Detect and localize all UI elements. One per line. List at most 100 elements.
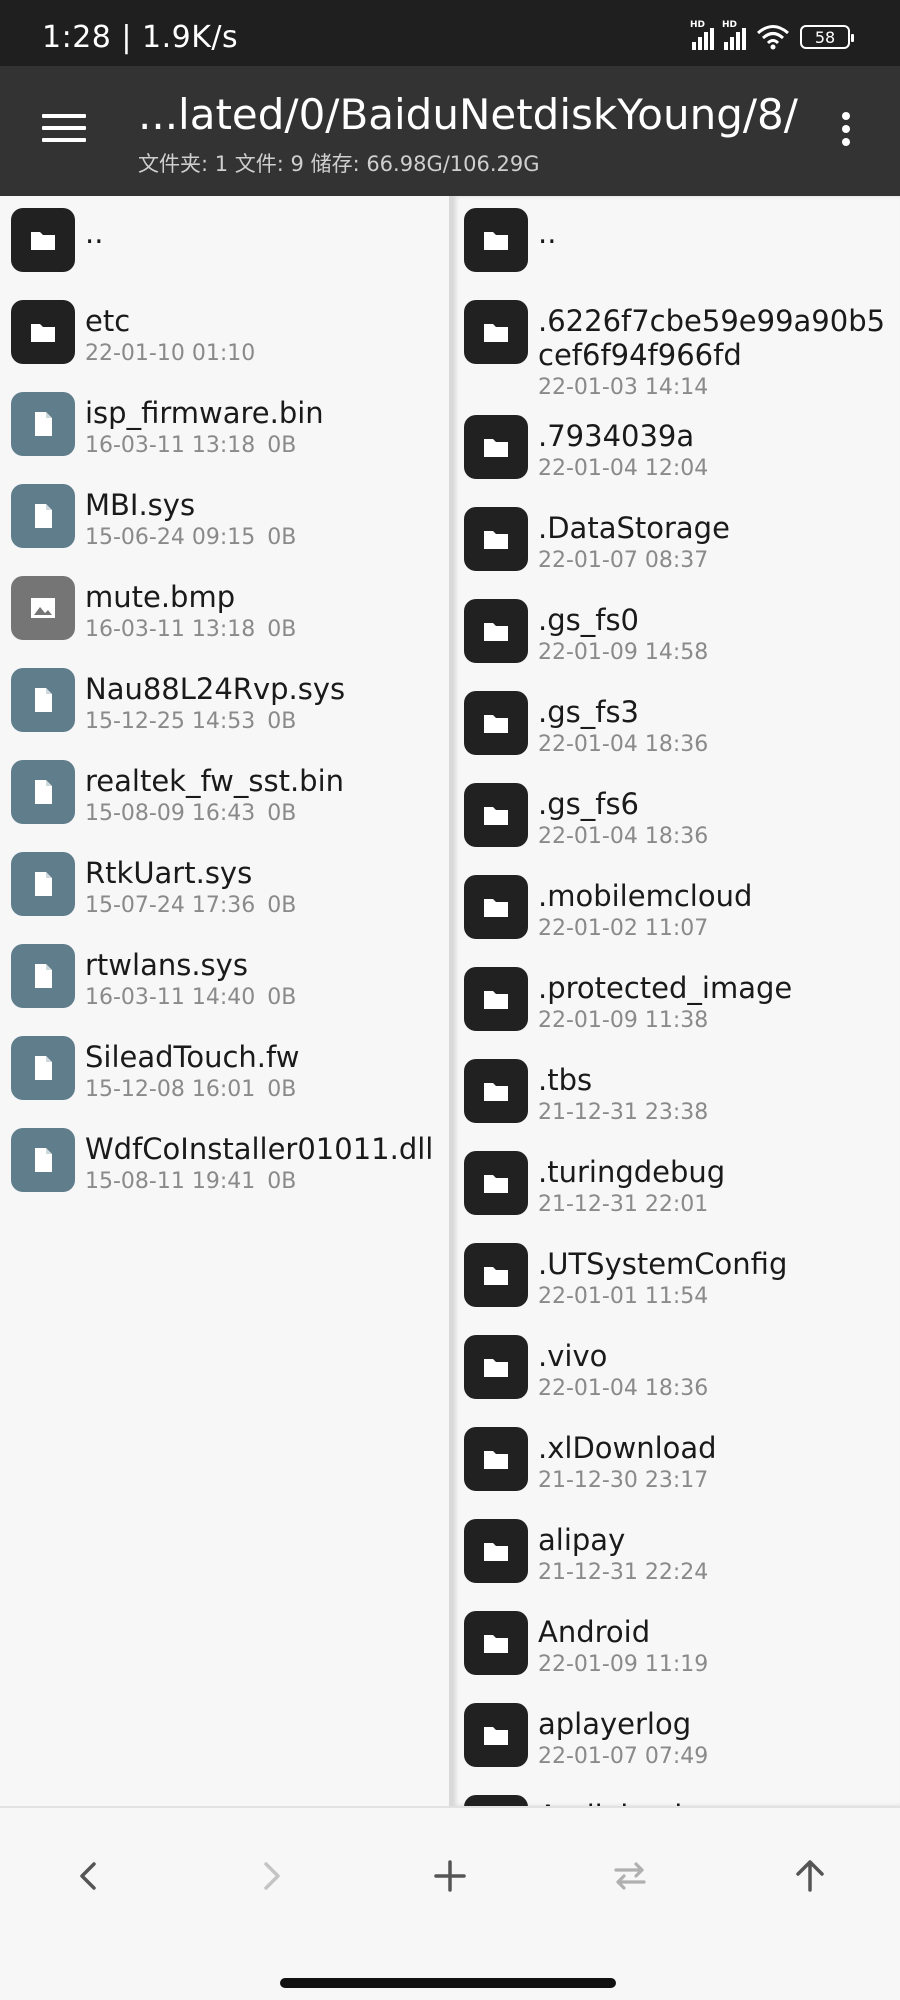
item-meta: 21-12-31 23:38 [538,1098,890,1128]
item-date: 22-01-04 18:36 [538,824,709,849]
item-meta: 21-12-31 22:01 [538,1190,890,1220]
item-name: .gs_fs0 [538,603,640,637]
item-meta: 16-03-11 13:18 0B [85,615,439,645]
parent-directory-item[interactable]: .. [0,196,449,288]
forward-button[interactable] [230,1848,310,1904]
item-name: rtwlans.sys [85,948,248,982]
item-meta: 15-06-24 09:15 0B [85,523,439,553]
file-item[interactable]: SileadTouch.fw 15-12-08 16:01 0B [0,1024,449,1116]
more-options-icon[interactable] [836,112,856,156]
image-file-icon [11,576,75,640]
file-icon [11,484,75,548]
folder-item[interactable]: .turingdebug 21-12-31 22:01 [453,1139,900,1231]
folder-icon [464,599,528,663]
folder-icon [464,1243,528,1307]
file-icon [11,392,75,456]
folder-item[interactable]: Android 22-01-09 11:19 [453,1599,900,1691]
left-file-pane[interactable]: .. etc 22-01-10 01:10 isp_firmware.bin 16-03… [0,196,449,1806]
folder-item[interactable]: .gs_fs0 22-01-09 14:58 [453,587,900,679]
item-name: isp_firmware.bin [85,396,324,430]
file-item[interactable]: mute.bmp 16-03-11 13:18 0B [0,564,449,656]
item-meta: 16-03-11 14:40 0B [85,983,439,1013]
item-size: 0B [267,433,297,458]
item-name: MBI.sys [85,488,196,522]
item-date: 15-08-11 19:41 [85,1169,256,1194]
item-meta: 22-01-04 18:36 [538,1374,890,1404]
folder-item[interactable]: .6226f7cbe59e99a90b5cef6f94f966fd 22-01-0… [453,288,900,403]
item-name: SileadTouch.fw [85,1040,300,1074]
item-date: 15-07-24 17:36 [85,893,256,918]
item-meta: 22-01-07 07:49 [538,1742,890,1772]
folder-item[interactable]: alipay 21-12-31 22:24 [453,1507,900,1599]
item-name: realtek_fw_sst.bin [85,764,345,798]
right-file-pane[interactable]: .. .6226f7cbe59e99a90b5cef6f94f966fd 22-01… [453,196,900,1806]
folder-icon [464,1795,528,1806]
folder-item[interactable]: .7934039a 22-01-04 12:04 [453,403,900,495]
item-date: 16-03-11 13:18 [85,433,256,458]
item-meta: 22-01-10 01:10 [85,339,439,369]
home-indicator[interactable] [280,1978,616,1988]
item-size: 0B [267,985,297,1010]
parent-directory-item[interactable]: .. [453,196,900,288]
item-date: 22-01-02 11:07 [538,916,709,941]
folder-item[interactable]: .vivo 22-01-04 18:36 [453,1323,900,1415]
folder-item[interactable]: .protected_image 22-01-09 11:38 [453,955,900,1047]
item-name: .vivo [538,1339,608,1373]
file-item[interactable]: WdfCoInstaller01011.dll 15-08-11 19:41 0B [0,1116,449,1208]
item-meta: 22-01-03 14:14 [538,373,890,403]
item-meta: 22-01-01 11:54 [538,1282,890,1312]
folder-item[interactable]: .xlDownload 21-12-30 23:17 [453,1415,900,1507]
folder-item[interactable]: .DataStorage 22-01-07 08:37 [453,495,900,587]
item-date: 22-01-09 14:58 [538,640,709,665]
swap-panes-button[interactable] [590,1848,670,1904]
wifi-icon [757,25,789,50]
folder-icon [464,783,528,847]
item-date: 22-01-04 18:36 [538,732,709,757]
file-item[interactable]: MBI.sys 15-06-24 09:15 0B [0,472,449,564]
file-icon [11,760,75,824]
item-meta: 15-12-25 14:53 0B [85,707,439,737]
add-button[interactable] [410,1848,490,1904]
folder-icon [464,1427,528,1491]
item-name: Android [538,1615,651,1649]
file-item[interactable]: Nau88L24Rvp.sys 15-12-25 14:53 0B [0,656,449,748]
up-directory-button[interactable] [770,1848,850,1904]
file-icon [11,944,75,1008]
item-size: 0B [267,1169,297,1194]
folder-icon [464,415,528,479]
storage-summary: 文件夹: 1 文件: 9 储存: 66.98G/106.29G [138,152,540,176]
item-date: 15-12-08 16:01 [85,1077,256,1102]
folder-item[interactable]: .tbs 21-12-31 23:38 [453,1047,900,1139]
file-item[interactable]: rtwlans.sys 16-03-11 14:40 0B [0,932,449,1024]
file-item[interactable]: isp_firmware.bin 16-03-11 13:18 0B [0,380,449,472]
folder-item[interactable]: etc 22-01-10 01:10 [0,288,449,380]
item-meta: 22-01-09 11:19 [538,1650,890,1680]
file-icon [11,1036,75,1100]
folder-item[interactable]: aplayerlog 22-01-07 07:49 [453,1691,900,1783]
item-meta: 22-01-09 11:38 [538,1006,890,1036]
file-item[interactable]: realtek_fw_sst.bin 15-08-09 16:43 0B [0,748,449,840]
folder-item[interactable]: .mobilemcloud 22-01-02 11:07 [453,863,900,955]
menu-icon[interactable] [42,114,86,146]
item-name: .turingdebug [538,1155,726,1189]
back-button[interactable] [50,1848,130,1904]
folder-icon [464,507,528,571]
folder-icon [464,691,528,755]
status-bar: 1:28 | 1.9K/s HD HD 58 [0,0,900,66]
file-item[interactable]: RtkUart.sys 15-07-24 17:36 0B [0,840,449,932]
folder-icon [464,1611,528,1675]
forward-icon [264,1862,280,1890]
item-meta: 21-12-31 22:24 [538,1558,890,1588]
item-name: RtkUart.sys [85,856,253,890]
folder-item[interactable]: Audiobook [453,1783,900,1806]
folder-item[interactable]: .UTSystemConfig 22-01-01 11:54 [453,1231,900,1323]
item-meta: 22-01-04 18:36 [538,730,890,760]
folder-item[interactable]: .gs_fs6 22-01-04 18:36 [453,771,900,863]
folder-item[interactable]: .gs_fs3 22-01-04 18:36 [453,679,900,771]
item-size: 0B [267,617,297,642]
signal-icon: HD [690,20,714,50]
item-meta: 16-03-11 13:18 0B [85,431,439,461]
item-name: etc [85,304,131,338]
folder-icon [464,967,528,1031]
item-name: .tbs [538,1063,593,1097]
